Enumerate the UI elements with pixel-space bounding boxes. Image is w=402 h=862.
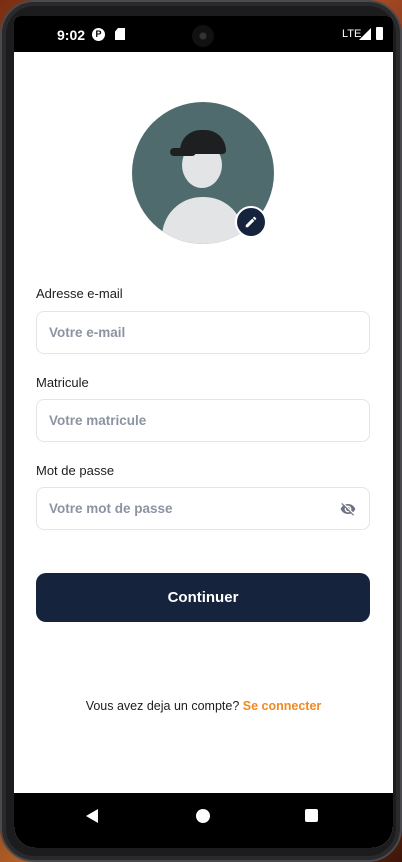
system-nav-bar	[14, 793, 393, 848]
password-field-container	[36, 487, 370, 530]
back-icon[interactable]	[86, 809, 98, 823]
email-field-container	[36, 311, 370, 354]
app-screen: 9:02 P LTE Adresse e-mail Matricule Mot …	[14, 16, 393, 848]
status-time: 9:02	[57, 27, 86, 43]
pencil-icon	[245, 216, 257, 228]
matricule-field[interactable]	[37, 400, 369, 441]
signin-prompt-text: Vous avez deja un compte?	[85, 699, 240, 713]
edit-photo-button[interactable]	[235, 206, 267, 238]
eye-off-icon[interactable]	[339, 501, 357, 517]
p-notification-icon: P	[92, 28, 105, 41]
network-type: LTE	[342, 28, 362, 40]
password-label: Mot de passe	[36, 463, 115, 478]
avatar-body	[162, 197, 244, 244]
password-field[interactable]	[37, 488, 369, 529]
home-icon[interactable]	[196, 809, 210, 823]
status-bar: 9:02 P LTE	[14, 16, 393, 52]
battery-icon	[376, 27, 383, 40]
email-field[interactable]	[37, 312, 369, 353]
signin-prompt: Vous avez deja un compte? Se connecter	[14, 699, 393, 713]
avatar-cap-bill	[170, 148, 196, 156]
matricule-field-container	[36, 399, 370, 442]
signin-link[interactable]: Se connecter	[243, 699, 322, 713]
matricule-label: Matricule	[36, 375, 89, 390]
profile-avatar-container	[132, 102, 274, 244]
email-label: Adresse e-mail	[36, 286, 123, 301]
front-camera	[192, 25, 214, 47]
continue-button[interactable]: Continuer	[36, 573, 370, 622]
sd-card-icon	[115, 28, 125, 40]
recents-icon[interactable]	[305, 809, 318, 822]
